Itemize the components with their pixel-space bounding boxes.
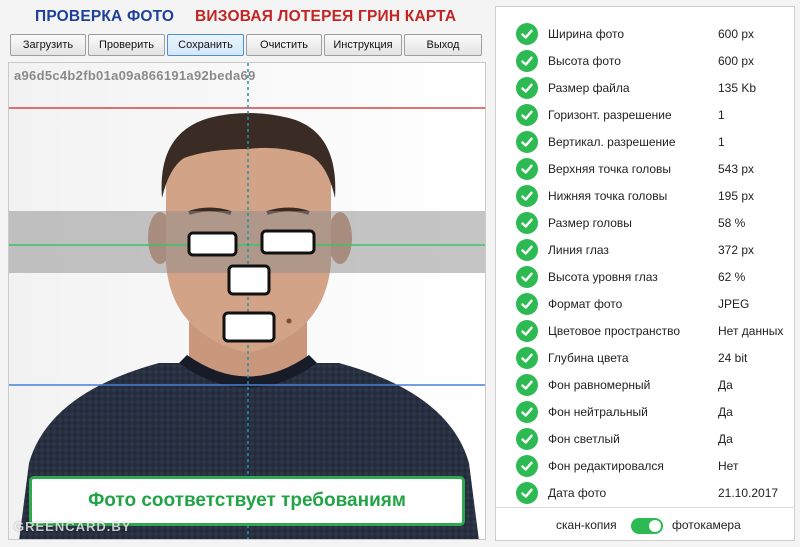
result-label: Фон светлый [548,432,620,446]
mouth-box [222,311,276,343]
result-row: Линия глаз 372 px [496,237,794,264]
result-row: Высота фото 600 px [496,48,794,75]
result-row: Горизонт. разрешение 1 [496,102,794,129]
header: ПРОВЕРКА ФОТО ВИЗОВАЯ ЛОТЕРЕЯ ГРИН КАРТА [0,0,495,34]
toolbar: Загрузить Проверить Сохранить Очистить И… [10,34,484,56]
result-value: 195 px [718,189,755,203]
watermark: GREENCARD.BY [14,519,132,534]
check-ok-icon [516,347,538,369]
result-value: Нет [718,459,739,473]
check-ok-icon [516,239,538,261]
check-ok-icon [516,401,538,423]
result-label: Горизонт. разрешение [548,108,672,122]
result-row: Высота уровня глаз 62 % [496,264,794,291]
check-ok-icon [516,266,538,288]
check-ok-icon [516,185,538,207]
scan-copy-label: скан-копия [556,518,617,532]
right-eye-box [260,229,316,255]
source-switch: скан-копия фотокамера [496,507,794,541]
save-button[interactable]: Сохранить [167,34,244,56]
result-row: Дата фото 21.10.2017 [496,480,794,507]
check-ok-icon [516,212,538,234]
check-ok-icon [516,50,538,72]
check-ok-icon [516,131,538,153]
result-value: Да [718,432,733,446]
result-label: Фон редактировался [548,459,664,473]
result-value: JPEG [718,297,750,311]
result-value: 600 px [718,27,755,41]
result-row: Размер файла 135 Kb [496,75,794,102]
check-ok-icon [516,320,538,342]
photo-hash: a96d5c4b2fb01a09a866191a92beda69 [14,68,256,83]
title-green-card-lottery: ВИЗОВАЯ ЛОТЕРЕЯ ГРИН КАРТА [195,8,457,25]
result-row: Фон светлый Да [496,426,794,453]
result-label: Фон равномерный [548,378,651,392]
check-ok-icon [516,455,538,477]
result-label: Глубина цвета [548,351,629,365]
portrait-photo [9,63,485,539]
left-eye-box [187,231,238,257]
result-value: 1 [718,135,725,149]
nose-box [227,264,271,296]
app-window: ПРОВЕРКА ФОТО ВИЗОВАЯ ЛОТЕРЕЯ ГРИН КАРТА… [0,0,800,547]
title-photo-check: ПРОВЕРКА ФОТО [35,8,175,25]
exit-button[interactable]: Выход [404,34,482,56]
result-label: Верхняя точка головы [548,162,672,176]
instructions-button[interactable]: Инструкция [324,34,402,56]
result-label: Нижняя точка головы [548,189,668,203]
result-row: Верхняя точка головы 543 px [496,156,794,183]
toggle-knob [649,520,661,532]
result-value: Да [718,378,733,392]
result-label: Размер головы [548,216,632,230]
check-ok-icon [516,293,538,315]
result-value: 600 px [718,54,755,68]
result-value: 372 px [718,243,755,257]
result-label: Линия глаз [548,243,609,257]
result-row: Фон редактировался Нет [496,453,794,480]
check-ok-icon [516,104,538,126]
check-ok-icon [516,374,538,396]
results-panel: Ширина фото 600 px Высота фото 600 px Размер… [495,6,795,541]
result-label: Размер файла [548,81,630,95]
source-toggle[interactable] [631,518,663,534]
result-row: Глубина цвета 24 bit [496,345,794,372]
clear-button[interactable]: Очистить [246,34,322,56]
result-value: 58 % [718,216,746,230]
camera-label: фотокамера [672,518,741,532]
load-button[interactable]: Загрузить [10,34,86,56]
photo-preview: a96d5c4b2fb01a09a866191a92beda69 Фото со… [8,62,486,540]
check-button[interactable]: Проверить [88,34,165,56]
result-row: Фон равномерный Да [496,372,794,399]
result-row: Фон нейтральный Да [496,399,794,426]
result-row: Размер головы 58 % [496,210,794,237]
result-value: 21.10.2017 [718,486,779,500]
check-ok-icon [516,482,538,504]
result-row: Формат фото JPEG [496,291,794,318]
result-value: 62 % [718,270,746,284]
result-value: Да [718,405,733,419]
result-row: Вертикал. разрешение 1 [496,129,794,156]
result-value: Нет данных [718,324,784,338]
result-label: Фон нейтральный [548,405,648,419]
result-value: 543 px [718,162,755,176]
result-label: Ширина фото [548,27,625,41]
check-ok-icon [516,158,538,180]
result-value: 1 [718,108,725,122]
result-label: Высота фото [548,54,621,68]
result-value: 24 bit [718,351,748,365]
check-ok-icon [516,428,538,450]
result-row: Нижняя точка головы 195 px [496,183,794,210]
check-ok-icon [516,77,538,99]
result-label: Цветовое пространство [548,324,681,338]
result-value: 135 Kb [718,81,757,95]
result-label: Вертикал. разрешение [548,135,676,149]
result-label: Дата фото [548,486,607,500]
result-label: Формат фото [548,297,623,311]
check-ok-icon [516,23,538,45]
result-row: Цветовое пространство Нет данных [496,318,794,345]
result-label: Высота уровня глаз [548,270,658,284]
result-row: Ширина фото 600 px [496,21,794,48]
